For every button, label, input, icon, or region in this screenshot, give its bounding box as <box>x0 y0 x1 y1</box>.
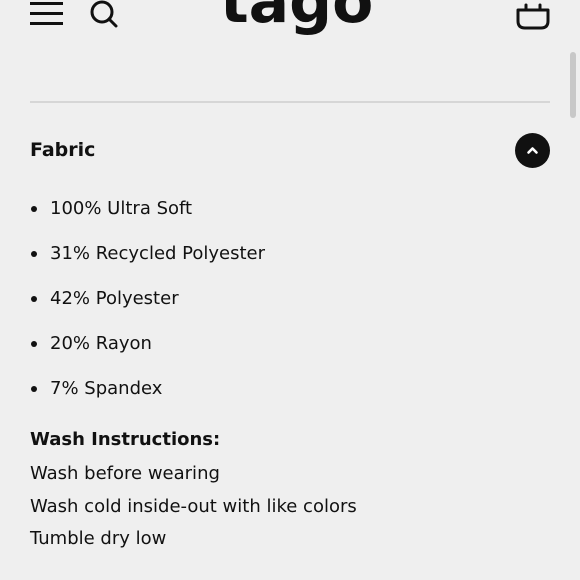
bullet-icon <box>31 251 37 257</box>
menu-button[interactable] <box>30 0 66 30</box>
wash-instruction-line: Wash before wearing <box>30 463 220 484</box>
menu-icon-bar-bottom <box>30 22 63 25</box>
fabric-collapse-button[interactable] <box>515 133 550 168</box>
list-item: 42% Polyester <box>30 284 430 314</box>
bullet-icon <box>31 206 37 212</box>
fabric-item-text: 20% Rayon <box>50 333 152 354</box>
search-button[interactable] <box>89 0 121 30</box>
fabric-item-text: 100% Ultra Soft <box>50 198 193 219</box>
fabric-item-text: 42% Polyester <box>50 288 179 309</box>
shopping-basket-icon <box>516 3 550 30</box>
fabric-item-text: 7% Spandex <box>50 378 163 399</box>
list-item: 7% Spandex <box>30 374 430 404</box>
chevron-up-icon <box>527 147 538 154</box>
wash-instruction-line: Tumble dry low <box>30 528 167 549</box>
site-header: tago <box>0 0 580 50</box>
wash-instruction-line: Wash cold inside-out with like colors <box>30 496 357 517</box>
section-divider <box>30 101 550 103</box>
bullet-icon <box>31 386 37 392</box>
brand-logo[interactable]: tago <box>220 0 373 50</box>
list-item: 31% Recycled Polyester <box>30 239 430 269</box>
list-item: 100% Ultra Soft <box>30 194 430 224</box>
fabric-item-text: 31% Recycled Polyester <box>50 243 266 264</box>
menu-icon-bar-top <box>30 2 63 5</box>
menu-icon-bar-middle <box>30 12 63 15</box>
bullet-icon <box>31 296 37 302</box>
cart-button[interactable] <box>515 0 551 32</box>
list-item: 20% Rayon <box>30 329 430 359</box>
fabric-section-title[interactable]: Fabric <box>30 136 95 164</box>
search-icon <box>90 0 118 28</box>
wash-instructions-title: Wash Instructions: <box>30 429 221 450</box>
page-scrollbar[interactable] <box>570 52 576 118</box>
bullet-icon <box>31 341 37 347</box>
